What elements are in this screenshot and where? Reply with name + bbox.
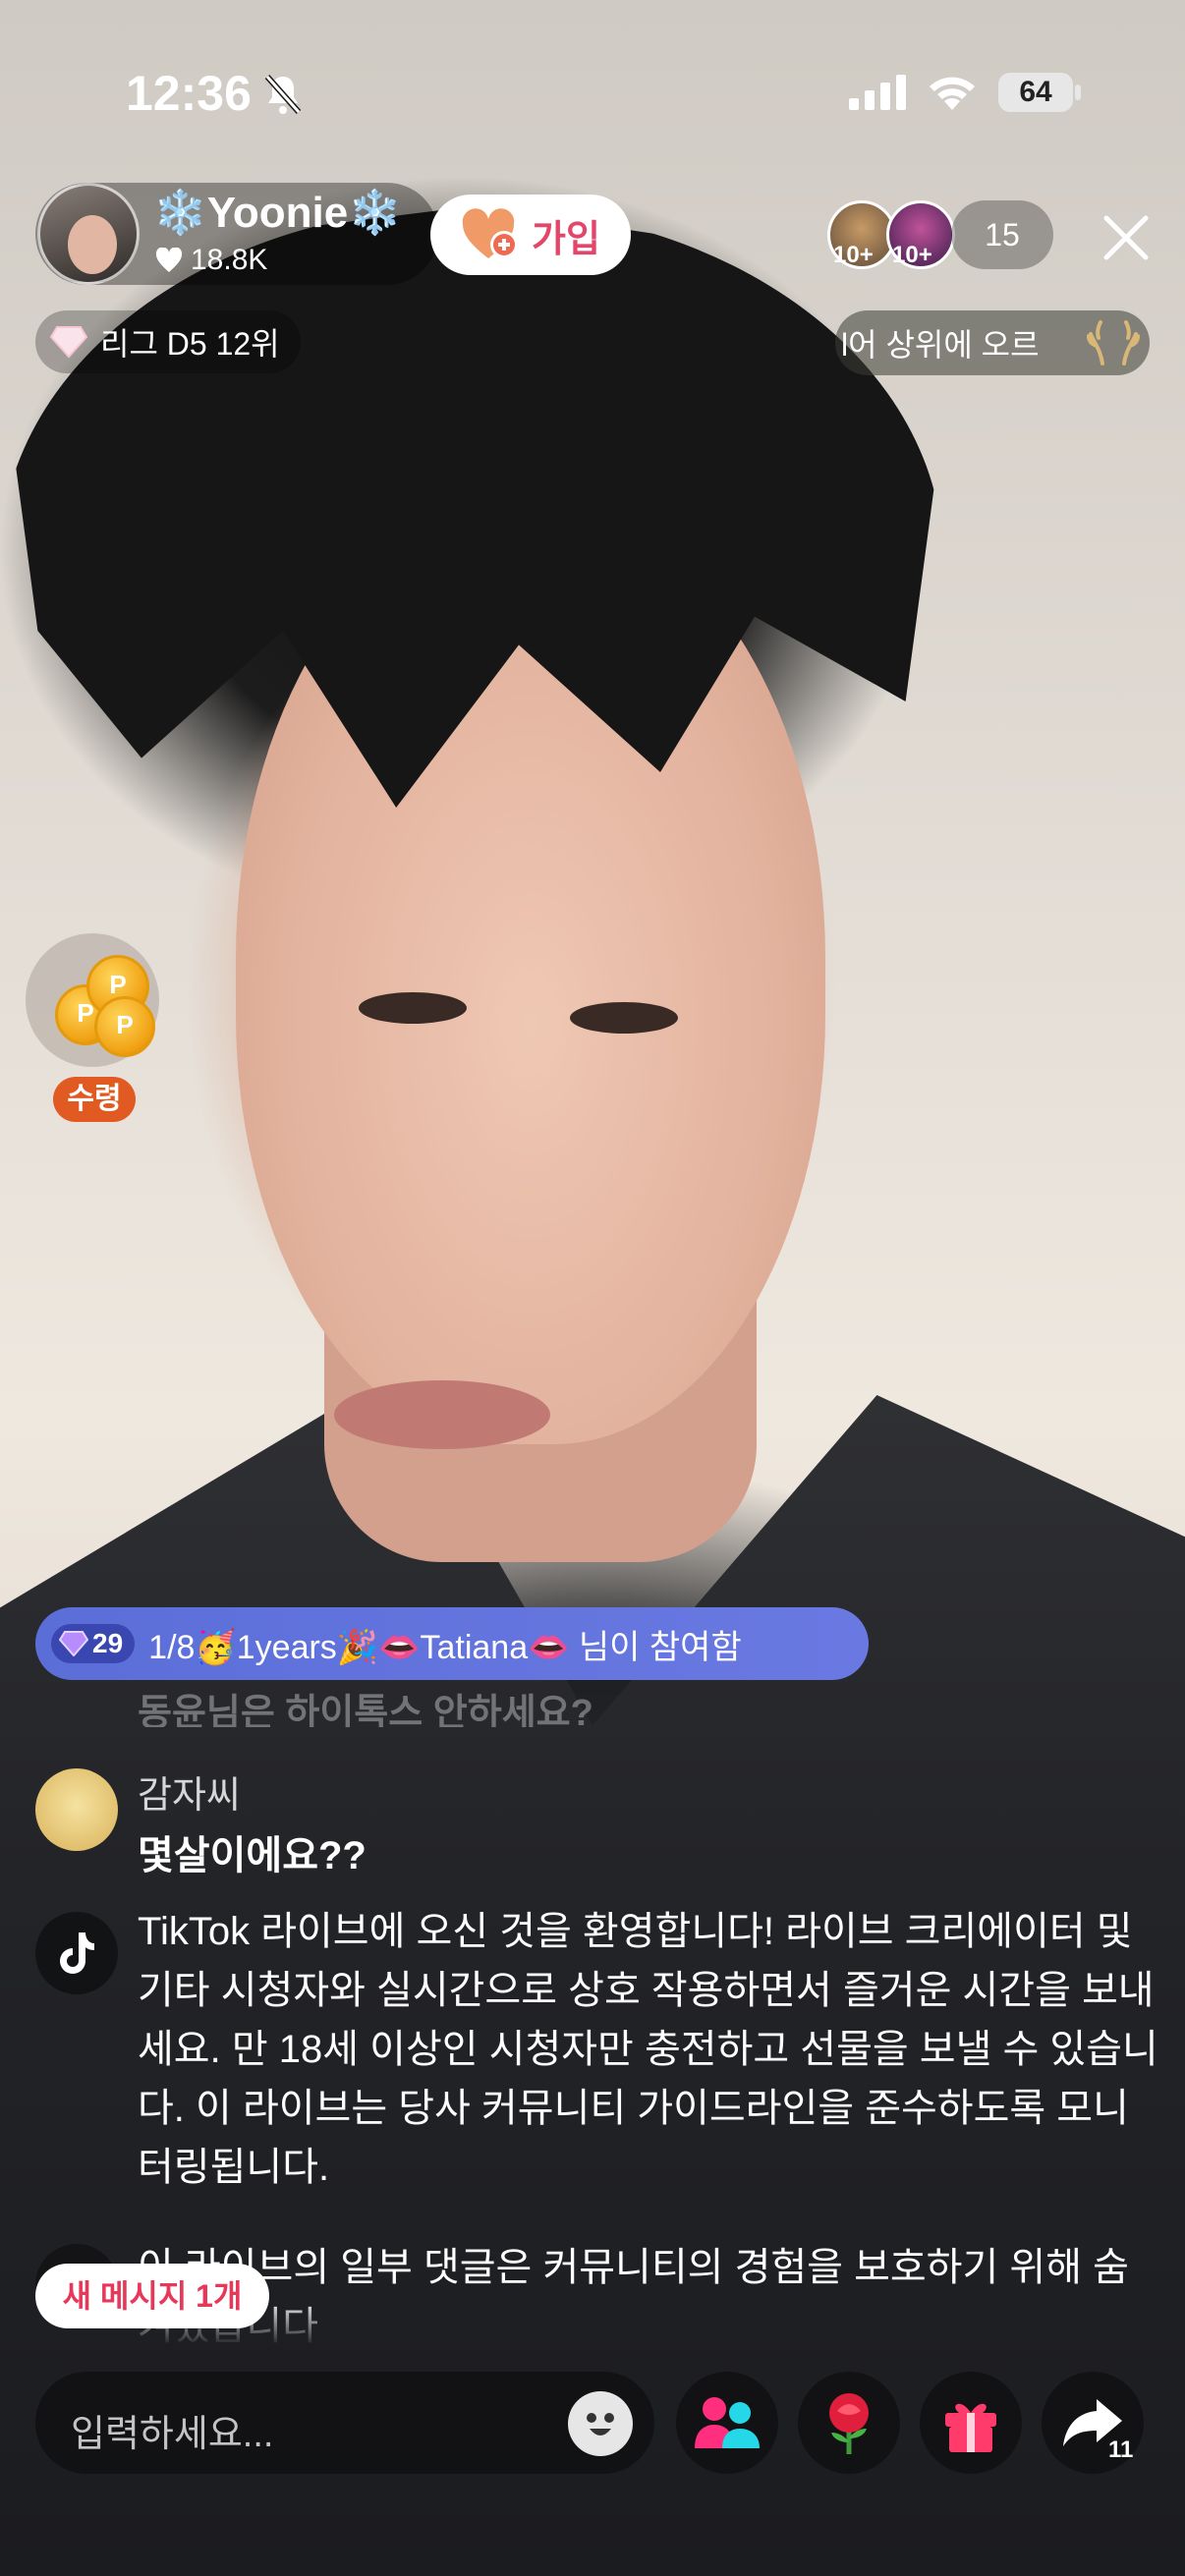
live-stream-screen: 12:36 64 ❄️Yoonie❄️ 18.8K 가입 10+ 10+ 15 … [0, 0, 1185, 2576]
tiktok-system-avatar [35, 1912, 118, 1994]
reward-coin-button[interactable]: P P P [26, 933, 159, 1067]
video-background [359, 992, 467, 1024]
video-background [334, 1380, 550, 1449]
emoji-button[interactable] [568, 2391, 633, 2456]
gift-button[interactable] [920, 2372, 1022, 2474]
multi-guest-button[interactable] [676, 2372, 778, 2474]
host-avatar[interactable] [37, 183, 140, 285]
system-welcome-message: TikTok 라이브에 오신 것을 환영합니다! 라이브 크리에이터 및 기타 … [138, 1910, 1158, 2189]
close-icon[interactable] [1099, 210, 1154, 265]
gift-icon [945, 2403, 996, 2452]
rank-ticker[interactable]: l어 상위에 오르 [835, 310, 1150, 375]
new-message-pill[interactable]: 새 메시지 1개 [35, 2264, 269, 2328]
heart-icon [155, 248, 183, 272]
battery-indicator: 64 [998, 73, 1073, 112]
people-icon [695, 2397, 760, 2448]
tiktok-logo-icon [60, 1932, 94, 1974]
status-bar: 12:36 64 [0, 0, 1185, 187]
comment-text: 몇살이에요?? [138, 1834, 367, 1877]
gem-icon [59, 1631, 88, 1656]
host-name[interactable]: ❄️Yoonie❄️ [153, 187, 402, 238]
diamond-icon [49, 326, 88, 359]
heart-plus-icon [462, 208, 519, 258]
comment-input-placeholder[interactable]: 입력하세요... [71, 2403, 273, 2457]
bell-muted-icon [264, 75, 302, 114]
host-likes-count: 18.8K [191, 244, 268, 276]
video-background [570, 1002, 678, 1034]
host-likes: 18.8K [155, 244, 267, 277]
join-label: 가입 [532, 218, 600, 260]
share-count: 11 [1108, 2436, 1134, 2463]
commenter-avatar[interactable] [35, 1768, 118, 1851]
faded-comment: 동윤님은 하이톡스 안하세요? [138, 1693, 593, 1727]
join-button[interactable]: 가입 [430, 195, 631, 275]
commenter-name[interactable]: 감자씨 [138, 1764, 241, 1819]
league-chip[interactable]: 리그 D5 12위 [35, 310, 301, 373]
battery-cap [1075, 84, 1081, 100]
viewer-rank-badge: 10+ [892, 242, 932, 268]
viewer-rank-badge: 10+ [833, 242, 874, 268]
rank-ticker-text: l어 상위에 오르 [841, 327, 1040, 363]
system-notice-message: 이 라이브의 일부 댓글은 커뮤니티의 경험을 보호하기 위해 숨겨졌습니다 [138, 2246, 1129, 2346]
rose-gift-button[interactable] [798, 2372, 900, 2474]
reward-claim-label[interactable]: 수령 [53, 1077, 136, 1122]
gem-badge: 29 [51, 1624, 136, 1663]
joined-text: 1/8🥳1years🎉👄Tatiana👄 님이 참여함 [148, 1628, 742, 1666]
league-label: 리그 D5 12위 [100, 326, 280, 362]
status-time: 12:36 [126, 66, 252, 121]
viewer-count[interactable]: 15 [951, 200, 1053, 269]
viewer-joined-banner: 29 1/8🥳1years🎉👄Tatiana👄 님이 참여함 [35, 1607, 869, 1680]
smiley-icon [587, 2413, 614, 2436]
wifi-icon [930, 77, 975, 110]
gem-count: 29 [92, 1628, 124, 1658]
coin-icon: P [94, 996, 155, 1057]
signal-icon [849, 75, 906, 110]
antler-icon [1087, 320, 1140, 365]
rose-icon [829, 2393, 869, 2454]
